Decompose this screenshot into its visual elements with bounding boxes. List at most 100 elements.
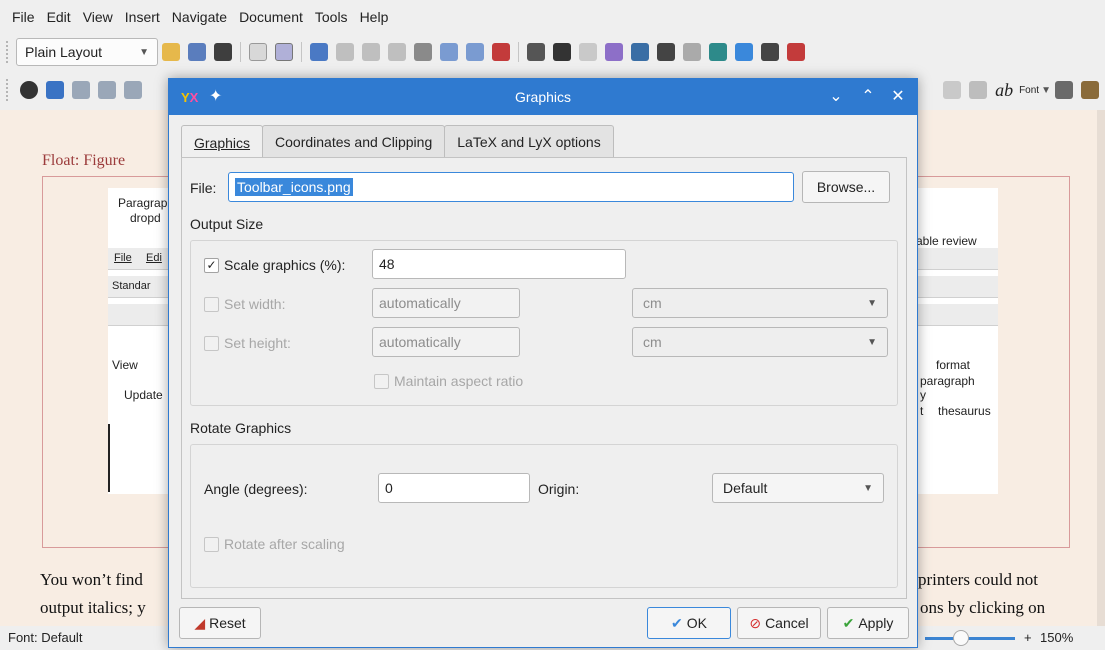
file-input[interactable]: Toolbar_icons.png [228,172,794,202]
menu-edit[interactable]: Edit [47,9,71,25]
update-icon[interactable] [46,81,64,99]
body-line-1-right[interactable]: printers could not [918,570,1038,590]
browse-button[interactable]: Browse... [802,171,890,203]
cancel-button-label: Cancel [765,615,809,631]
fraction-icon[interactable] [735,43,753,61]
toc-icon[interactable] [709,43,727,61]
figure-icon[interactable] [553,43,571,61]
reset-button[interactable]: ◢ Reset [179,607,261,639]
menu-help[interactable]: Help [360,9,389,25]
text-style-icon[interactable] [579,43,597,61]
width-input[interactable]: automatically [372,288,520,318]
width-input-placeholder: automatically [379,295,461,311]
dialog-title: Graphics [514,89,572,105]
font-menu[interactable]: Font [1019,85,1039,96]
list-icon[interactable] [683,43,701,61]
angle-input[interactable]: 0 [378,473,530,503]
origin-value: Default [723,480,768,496]
apply-button[interactable]: ✔ Apply [827,607,909,639]
scale-graphics-input[interactable]: 48 [372,249,626,279]
update-master-icon[interactable] [98,81,116,99]
find-icon[interactable] [440,43,458,61]
cancel-icon: ⊘ [749,614,762,631]
tab-coordinates-clipping[interactable]: Coordinates and Clipping [262,125,446,157]
scale-graphics-label: Scale graphics (%): [224,257,346,273]
menu-view[interactable]: View [83,9,113,25]
tab-graphics[interactable]: Graphics [181,125,264,159]
ok-button[interactable]: ✔ OK [647,607,731,639]
menu-insert[interactable]: Insert [125,9,160,25]
figure-label-update: Update [124,388,163,402]
layout-combo[interactable]: Plain Layout ▼ [16,38,158,66]
find-replace-icon[interactable] [466,43,484,61]
graphics-icon[interactable] [631,43,649,61]
set-height-checkbox[interactable] [204,336,219,351]
maintain-aspect-checkbox[interactable] [374,374,389,389]
set-width-checkbox[interactable] [204,297,219,312]
float-label[interactable]: Float: Figure [42,152,125,170]
body-line-2-right[interactable]: ons by clicking on [920,598,1045,618]
paragraph-format-icon[interactable] [1055,81,1073,99]
zoom-slider-handle[interactable] [953,630,969,646]
copy-icon[interactable] [388,43,406,61]
main-toolbar: Plain Layout ▼ [0,34,1105,70]
text-style-ab[interactable]: ab [995,80,1013,101]
height-input[interactable]: automatically [372,327,520,357]
matrix-icon[interactable] [761,43,779,61]
figure-label-view: View [112,358,138,372]
thesaurus-icon[interactable] [1081,81,1099,99]
toolbar-separator [518,42,519,62]
close-icon[interactable]: ✕ [887,86,909,108]
math-icon[interactable] [605,43,623,61]
open-document-icon[interactable] [188,43,206,61]
menu-navigate[interactable]: Navigate [172,9,227,25]
export-icon[interactable] [124,81,142,99]
tab-coordinates-clipping-label: Coordinates and Clipping [275,133,433,150]
figure-label-t: t [920,404,924,418]
zoom-level: 150% [1040,630,1074,645]
body-line-2-left[interactable]: output italics; y [40,598,146,618]
figure-line [108,424,110,492]
table-icon[interactable] [657,43,675,61]
save-icon[interactable] [214,43,232,61]
document-scrollbar[interactable] [1097,110,1105,626]
note-icon[interactable] [943,81,962,99]
menu-file[interactable]: File [12,9,35,25]
maintain-aspect-label: Maintain aspect ratio [394,373,524,389]
redo-icon[interactable] [336,43,354,61]
menu-tools[interactable]: Tools [315,9,348,25]
width-unit-select[interactable]: cm ▼ [632,288,888,318]
attach-icon[interactable] [969,81,988,99]
itemize-icon[interactable] [527,43,545,61]
toolbar-grip[interactable] [6,79,10,101]
view-master-icon[interactable] [72,81,90,99]
undo-icon[interactable] [310,43,328,61]
origin-select[interactable]: Default ▼ [712,473,884,503]
figure-menu-edit: Edi [146,252,162,264]
view-icon[interactable] [20,81,38,99]
maximize-icon[interactable]: ⌃ [857,86,879,108]
back-icon[interactable] [492,43,510,61]
paste-icon[interactable] [414,43,432,61]
dialog-tabs: Graphics Coordinates and Clipping LaTeX … [181,125,614,159]
menu-document[interactable]: Document [239,9,303,25]
cut-icon[interactable] [362,43,380,61]
chevron-down-icon[interactable]: ▼ [1041,85,1051,96]
height-unit-select[interactable]: cm ▼ [632,327,888,357]
insert-note-icon[interactable] [787,43,805,61]
tab-latex-lyx-options[interactable]: LaTeX and LyX options [444,125,614,157]
scale-graphics-checkbox[interactable]: ✓ [204,258,219,273]
new-document-icon[interactable] [162,43,180,61]
checkmark-icon: ✔ [671,614,683,631]
spellcheck-icon[interactable] [249,43,267,61]
cancel-button[interactable]: ⊘ Cancel [737,607,821,639]
toolbar-grip[interactable] [6,41,10,63]
dialog-titlebar[interactable]: YX ✦ Graphics ⌄ ⌃ ✕ [169,79,917,115]
zoom-slider-track[interactable] [925,637,1015,640]
continuous-spellcheck-icon[interactable] [275,43,293,61]
body-line-1-left[interactable]: You won’t find [40,570,143,590]
zoom-in-button[interactable]: + [1024,630,1032,645]
minimize-icon[interactable]: ⌄ [825,86,847,108]
rotate-after-scaling-checkbox[interactable] [204,537,219,552]
figure-label-paragraph-2: paragraph [920,374,975,388]
